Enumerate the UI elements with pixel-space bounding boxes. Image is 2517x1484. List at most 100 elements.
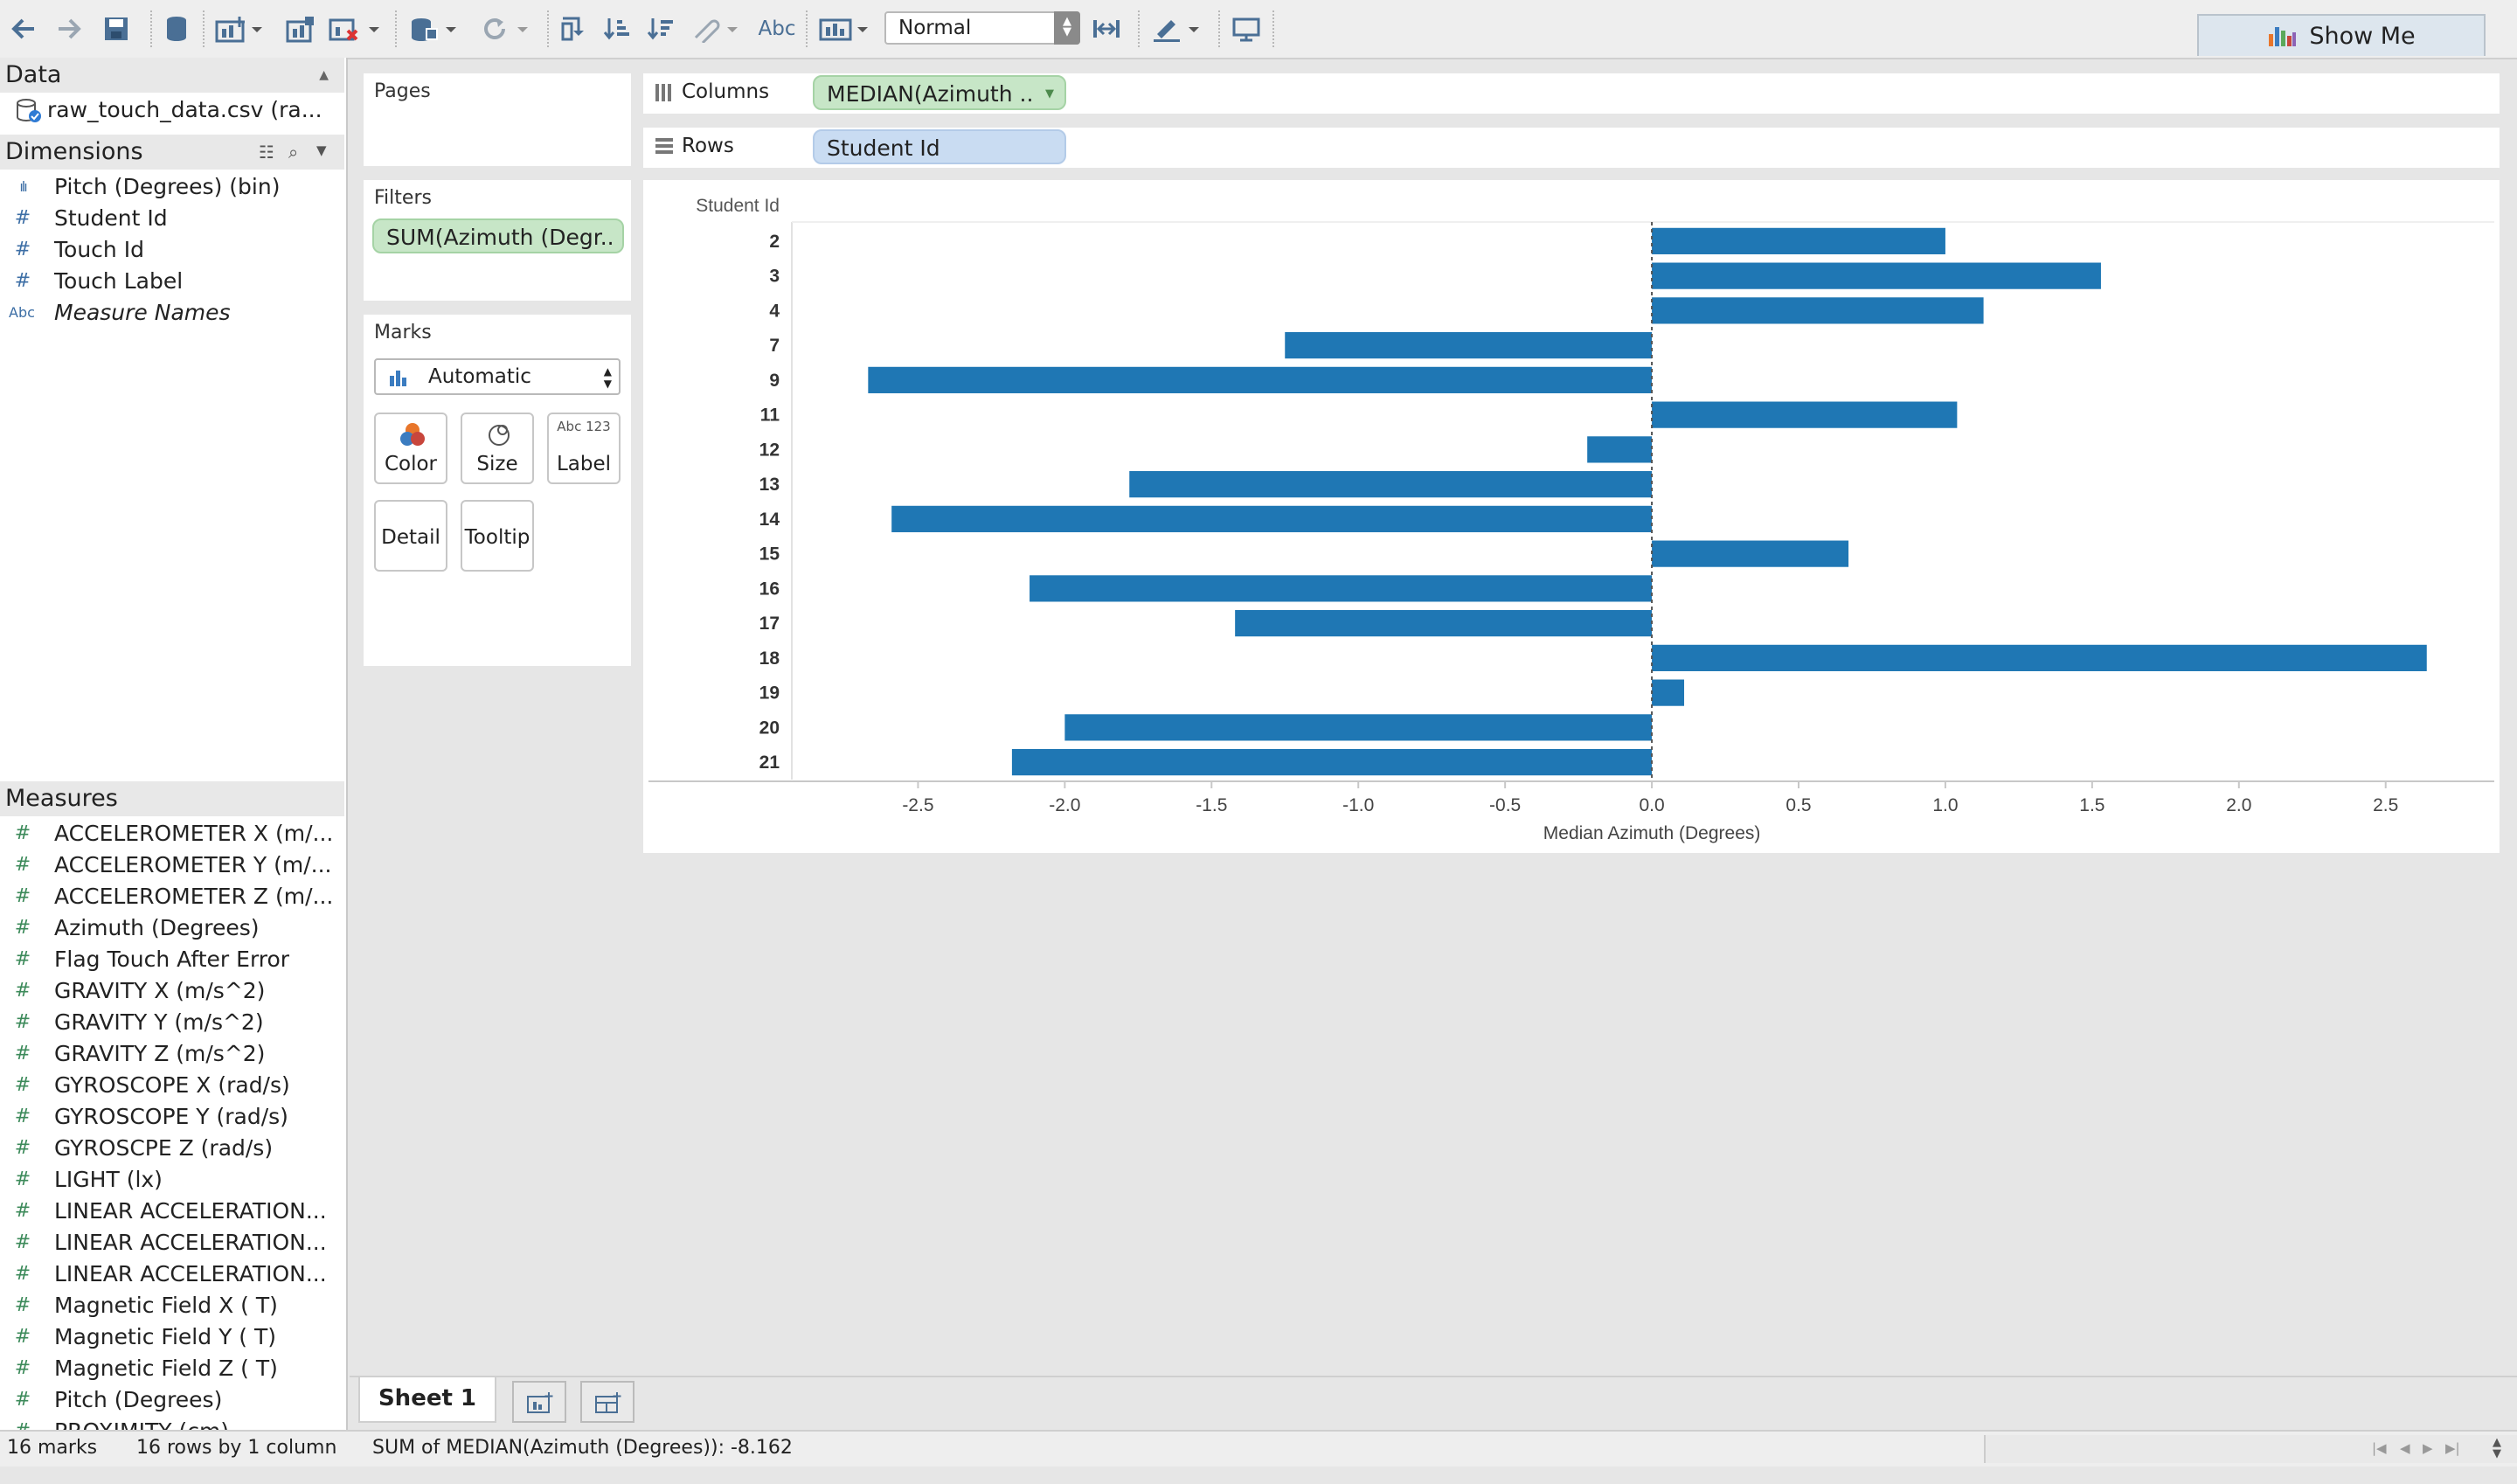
measure-field[interactable]: # Magnetic Field X ( T) [0, 1290, 344, 1321]
datasource-item[interactable]: raw_touch_data.csv (ra... [0, 94, 344, 126]
view-size-select[interactable]: Normal ▲ ▼ [884, 11, 1080, 45]
datasource-icon[interactable] [161, 12, 192, 45]
chart-view: Student Id 2 3 4 7 9 11 12 13 14 15 16 17 18 19 20 21 -2.… [643, 180, 2500, 853]
label-mark-button[interactable]: Abc 123 Label [547, 413, 621, 484]
bar[interactable] [1129, 471, 1653, 498]
measure-field[interactable]: # LINEAR ACCELERATION... [0, 1196, 344, 1227]
measure-field[interactable]: # GRAVITY X (m/s^2) [0, 975, 344, 1007]
measure-field[interactable]: # GRAVITY Z (m/s^2) [0, 1038, 344, 1070]
show-me-button[interactable]: Show Me [2197, 14, 2486, 56]
sheet-tab[interactable]: Sheet 1 [358, 1377, 496, 1423]
measure-field[interactable]: # Magnetic Field Z ( T) [0, 1353, 344, 1384]
last-sheet-icon[interactable]: ▶| [2445, 1432, 2460, 1465]
measure-field[interactable]: # ACCELEROMETER X (m/... [0, 818, 344, 849]
measure-field[interactable]: # Pitch (Degrees) [0, 1384, 344, 1416]
color-mark-button[interactable]: Color [374, 413, 447, 484]
bar[interactable] [1235, 610, 1653, 637]
sort-ascending-icon[interactable] [601, 12, 633, 45]
bar[interactable] [1652, 540, 1849, 567]
new-worksheet-icon[interactable] [213, 12, 266, 45]
next-sheet-icon[interactable]: ▶ [2423, 1432, 2433, 1465]
bar[interactable] [1652, 401, 1958, 428]
columns-shelf[interactable]: Columns MEDIAN(Azimuth .. ▼ [643, 73, 2500, 114]
measure-field[interactable]: # LINEAR ACCELERATION... [0, 1227, 344, 1259]
group-members-icon[interactable] [689, 12, 745, 45]
measure-field[interactable]: # Azimuth (Degrees) [0, 912, 344, 944]
search-icon[interactable]: ⌕ [288, 135, 298, 170]
rows-shelf[interactable]: Rows Student Id [643, 128, 2500, 168]
bar[interactable] [1652, 227, 1945, 254]
dimension-field[interactable]: # Touch Label [0, 266, 344, 297]
bar[interactable] [1652, 679, 1685, 706]
bar[interactable] [891, 505, 1653, 532]
save-icon[interactable] [101, 12, 131, 45]
new-dashboard-tab-button[interactable] [580, 1381, 634, 1423]
previous-sheet-icon[interactable]: ◀ [2400, 1432, 2410, 1465]
hash-icon: # [14, 854, 31, 876]
dimension-field[interactable]: Abc Measure Names [0, 297, 344, 329]
dimension-field[interactable]: # Student Id [0, 203, 344, 234]
presentation-mode-icon[interactable] [1229, 12, 1264, 45]
x-tick-label: -1.5 [1196, 795, 1227, 815]
rows-pill[interactable]: Student Id [813, 129, 1066, 164]
bar[interactable] [1030, 575, 1653, 602]
tooltip-mark-button[interactable]: Tooltip [461, 500, 534, 572]
measure-field[interactable]: # GYROSCPE Z (rad/s) [0, 1133, 344, 1164]
measure-field[interactable]: # LIGHT (lx) [0, 1164, 344, 1196]
bar[interactable] [1285, 332, 1653, 359]
pages-card[interactable]: Pages [364, 73, 631, 166]
bar[interactable] [1011, 749, 1653, 776]
hash-icon: # [14, 1326, 31, 1348]
mark-type-value: Automatic [428, 365, 531, 388]
view-list-icon[interactable]: ☷ [259, 135, 274, 170]
mark-type-select[interactable]: Automatic ▲ ▼ [374, 358, 621, 395]
measure-field[interactable]: # Magnetic Field Y ( T) [0, 1321, 344, 1353]
dimension-field[interactable]: # Touch Id [0, 234, 344, 266]
show-me-label: Show Me [2309, 22, 2416, 50]
duplicate-sheet-icon[interactable] [285, 12, 316, 45]
show-mark-labels-button[interactable]: Abc [757, 12, 797, 45]
dimension-field[interactable]: ılı Pitch (Degrees) (bin) [0, 171, 344, 203]
bar[interactable] [1652, 644, 2427, 671]
measure-field[interactable]: # ACCELEROMETER Y (m/... [0, 849, 344, 881]
measure-field[interactable]: # GYROSCOPE X (rad/s) [0, 1070, 344, 1101]
data-pane: Data ▲ raw_touch_data.csv (ra... Dimensi… [0, 58, 348, 1444]
hash-icon: # [14, 1011, 31, 1033]
measure-field[interactable]: # LINEAR ACCELERATION... [0, 1259, 344, 1290]
bar[interactable] [1587, 436, 1653, 463]
pill-dropdown-icon[interactable]: ▼ [1045, 77, 1054, 108]
forward-arrow-icon[interactable] [54, 12, 84, 45]
tab-scroll-icon[interactable]: ▲ ▼ [2493, 1432, 2501, 1460]
fix-axes-icon[interactable] [1089, 12, 1124, 45]
highlight-icon[interactable] [1150, 12, 1206, 45]
measure-field[interactable]: # Flag Touch After Error [0, 944, 344, 975]
bar[interactable] [1652, 297, 1984, 324]
size-icon [489, 425, 510, 446]
bar[interactable] [868, 366, 1653, 393]
hash-icon: # [14, 822, 31, 844]
size-mark-button[interactable]: Size [461, 413, 534, 484]
hash-icon: # [14, 207, 31, 229]
sort-descending-icon[interactable] [645, 12, 676, 45]
filter-pill[interactable]: SUM(Azimuth (Degr.. [372, 218, 624, 253]
swap-icon[interactable] [558, 12, 589, 45]
chevron-down-icon[interactable]: ▼ [316, 133, 327, 168]
clear-sheet-icon[interactable] [327, 12, 383, 45]
first-sheet-icon[interactable]: |◀ [2372, 1432, 2387, 1465]
detail-mark-button[interactable]: Detail [374, 500, 447, 572]
marks-card: Marks Automatic ▲ ▼ Color Size Abc 123 La… [364, 315, 631, 666]
pane-menu-icon[interactable]: ▲ [319, 58, 329, 93]
bar[interactable] [1652, 262, 2101, 289]
refresh-icon[interactable] [479, 12, 535, 45]
back-arrow-icon[interactable] [9, 12, 38, 45]
columns-pill[interactable]: MEDIAN(Azimuth .. ▼ [813, 75, 1066, 110]
measure-field[interactable]: # GYROSCOPE Y (rad/s) [0, 1101, 344, 1133]
connect-data-icon[interactable] [407, 12, 463, 45]
filters-card[interactable]: Filters SUM(Azimuth (Degr.. [364, 180, 631, 301]
fit-width-icon[interactable] [816, 12, 874, 45]
measure-field[interactable]: # GRAVITY Y (m/s^2) [0, 1007, 344, 1038]
new-worksheet-tab-button[interactable] [512, 1381, 566, 1423]
rows-label: Rows [682, 135, 734, 157]
measure-field[interactable]: # ACCELEROMETER Z (m/... [0, 881, 344, 912]
bar[interactable] [1064, 714, 1653, 741]
